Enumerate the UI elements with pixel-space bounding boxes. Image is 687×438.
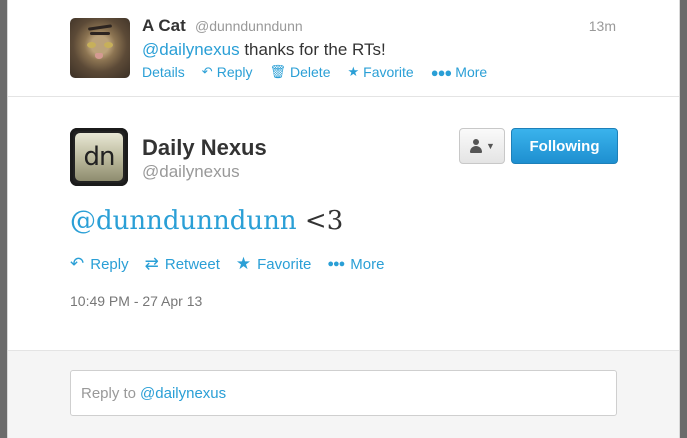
more-button[interactable]: ●●● More <box>431 64 487 80</box>
chevron-down-icon: ▼ <box>486 141 495 151</box>
person-icon <box>469 139 483 153</box>
reply-icon: ↶ <box>201 64 213 79</box>
favorite-button[interactable]: ★ Favorite <box>236 254 311 274</box>
delete-label: Delete <box>290 64 331 80</box>
retweet-button[interactable]: ⇄ Retweet <box>145 254 220 274</box>
tweet-text: @dunndunndunn <3 <box>70 206 343 236</box>
reply-area: Reply to @dailynexus <box>8 350 679 438</box>
reply-button[interactable]: ↶ Reply <box>202 64 253 80</box>
tweet-card: A Cat @dunndunndunn 13m @dailynexus than… <box>7 0 680 438</box>
reply-icon: ↶ <box>70 254 85 273</box>
retweet-icon: ⇄ <box>144 254 159 273</box>
favorite-label: Favorite <box>257 255 312 273</box>
details-link[interactable]: Details <box>142 64 185 80</box>
more-dots-icon: ●●● <box>430 64 453 80</box>
avatar[interactable] <box>70 18 130 78</box>
trash-icon: 🗑 <box>269 64 287 79</box>
tweet-actions: ↶ Reply ⇄ Retweet ★ Favorite ●●● More <box>70 254 400 274</box>
tweet-timestamp[interactable]: 10:49 PM - 27 Apr 13 <box>70 293 202 309</box>
tweet-author-handle[interactable]: @dailynexus <box>142 162 240 182</box>
prev-tweet-actions: Details ↶ Reply 🗑 Delete ★ Favorite ●●● … <box>142 64 504 80</box>
more-dots-icon: ●●● <box>327 258 345 270</box>
reply-button[interactable]: ↶ Reply <box>70 254 129 274</box>
reply-placeholder-mention: @dailynexus <box>140 384 227 402</box>
star-icon: ★ <box>347 64 360 79</box>
following-button[interactable]: Following <box>511 128 618 164</box>
details-label: Details <box>142 64 185 80</box>
prev-tweet-body: thanks for the RTs! <box>244 40 386 59</box>
tweet-body: <3 <box>304 206 344 236</box>
more-label: More <box>455 64 488 80</box>
prev-tweet-author-handle[interactable]: @dunndunndunn <box>195 18 303 34</box>
prev-tweet-mention[interactable]: @dailynexus <box>142 40 240 59</box>
prev-tweet[interactable]: A Cat @dunndunndunn 13m @dailynexus than… <box>8 0 679 97</box>
tweet-author-name[interactable]: Daily Nexus <box>142 135 267 161</box>
delete-button[interactable]: 🗑 Delete <box>270 64 331 80</box>
prev-tweet-time[interactable]: 13m <box>589 18 616 34</box>
more-button[interactable]: ●●● More <box>327 256 384 273</box>
prev-tweet-author-name[interactable]: A Cat <box>142 16 186 36</box>
prev-tweet-text: @dailynexus thanks for the RTs! <box>142 40 386 60</box>
star-icon: ★ <box>235 254 252 273</box>
avatar-logo: dn <box>75 133 123 181</box>
favorite-button[interactable]: ★ Favorite <box>347 64 413 80</box>
reply-label: Reply <box>90 255 129 273</box>
tweet-mention[interactable]: @dunndunndunn <box>70 206 297 236</box>
favorite-label: Favorite <box>363 64 414 80</box>
reply-input[interactable]: Reply to @dailynexus <box>70 370 617 416</box>
avatar[interactable]: dn <box>70 128 128 186</box>
reply-placeholder-prefix: Reply to <box>81 384 137 402</box>
user-actions-button[interactable]: ▼ <box>459 128 505 164</box>
reply-label: Reply <box>216 64 253 80</box>
main-tweet: dn Daily Nexus @dailynexus ▼ Following @… <box>8 98 679 350</box>
more-label: More <box>350 255 385 273</box>
retweet-label: Retweet <box>164 255 220 273</box>
